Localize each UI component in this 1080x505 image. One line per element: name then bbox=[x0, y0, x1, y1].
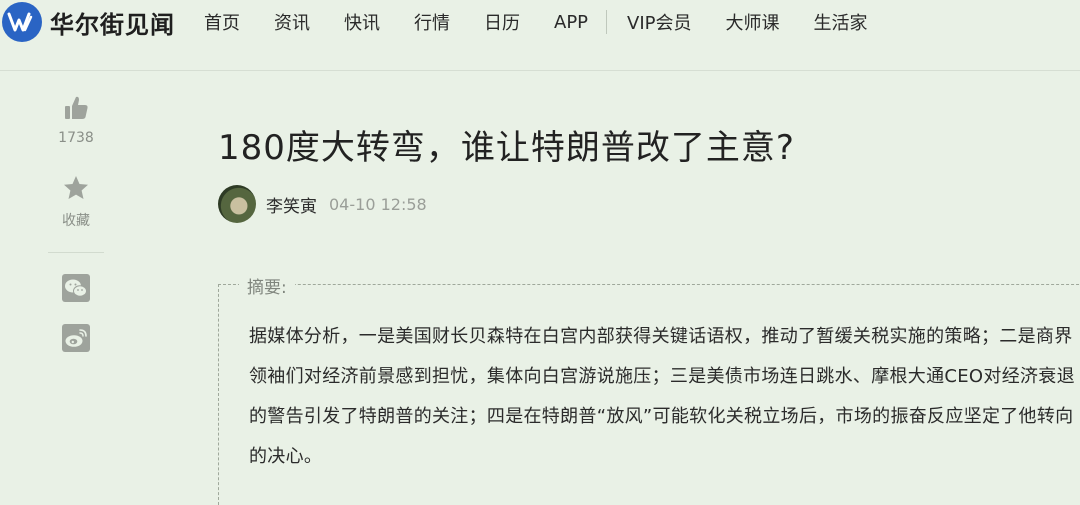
nav-vip[interactable]: VIP会员 bbox=[627, 9, 691, 35]
summary-box: 摘要: 据媒体分析，一是美国财长贝森特在白宫内部获得关键话语权，推动了暂缓关税实… bbox=[218, 273, 1080, 505]
top-header: 华尔街见闻 首页 资讯 快讯 行情 日历 APP VIP会员 大师课 生活家 bbox=[0, 0, 1080, 71]
nav-lifestyle[interactable]: 生活家 bbox=[814, 9, 868, 35]
logo-text: 华尔街见闻 bbox=[50, 9, 175, 39]
nav-masterclass[interactable]: 大师课 bbox=[726, 9, 780, 35]
nav-news[interactable]: 资讯 bbox=[274, 9, 310, 35]
favorite-label: 收藏 bbox=[62, 213, 90, 229]
nav-home[interactable]: 首页 bbox=[204, 9, 240, 35]
author-info: 李笑寅 04-10 12:58 bbox=[218, 184, 427, 224]
avatar[interactable] bbox=[218, 185, 256, 223]
author-name[interactable]: 李笑寅 bbox=[266, 192, 317, 217]
weibo-icon bbox=[62, 324, 90, 356]
share-weibo-button[interactable] bbox=[48, 324, 104, 356]
summary-text: 据媒体分析，一是美国财长贝森特在白宫内部获得关键话语权，推动了暂缓关税实施的策略… bbox=[249, 326, 1075, 467]
star-icon bbox=[62, 176, 90, 206]
nav-app[interactable]: APP bbox=[554, 12, 588, 33]
favorite-button[interactable]: 收藏 bbox=[48, 174, 104, 230]
nav-flash[interactable]: 快讯 bbox=[344, 9, 380, 35]
article-title: 180度大转弯，谁让特朗普改了主意? bbox=[218, 128, 795, 168]
sidebar-divider bbox=[48, 252, 104, 253]
like-count: 1738 bbox=[58, 130, 94, 146]
nav-calendar[interactable]: 日历 bbox=[484, 9, 520, 35]
nav-divider bbox=[606, 10, 608, 34]
publish-time: 04-10 12:58 bbox=[329, 194, 427, 214]
nav-markets[interactable]: 行情 bbox=[414, 9, 450, 35]
thumbs-up-icon bbox=[62, 96, 90, 126]
like-button[interactable]: 1738 bbox=[48, 94, 104, 146]
site-logo[interactable]: 华尔街见闻 bbox=[2, 2, 175, 42]
logo-w-icon bbox=[2, 2, 42, 42]
main-nav: 首页 资讯 快讯 行情 日历 APP VIP会员 大师课 生活家 bbox=[204, 8, 868, 36]
summary-label: 摘要: bbox=[239, 273, 295, 298]
share-wechat-button[interactable] bbox=[48, 274, 104, 306]
wechat-icon bbox=[62, 274, 90, 306]
